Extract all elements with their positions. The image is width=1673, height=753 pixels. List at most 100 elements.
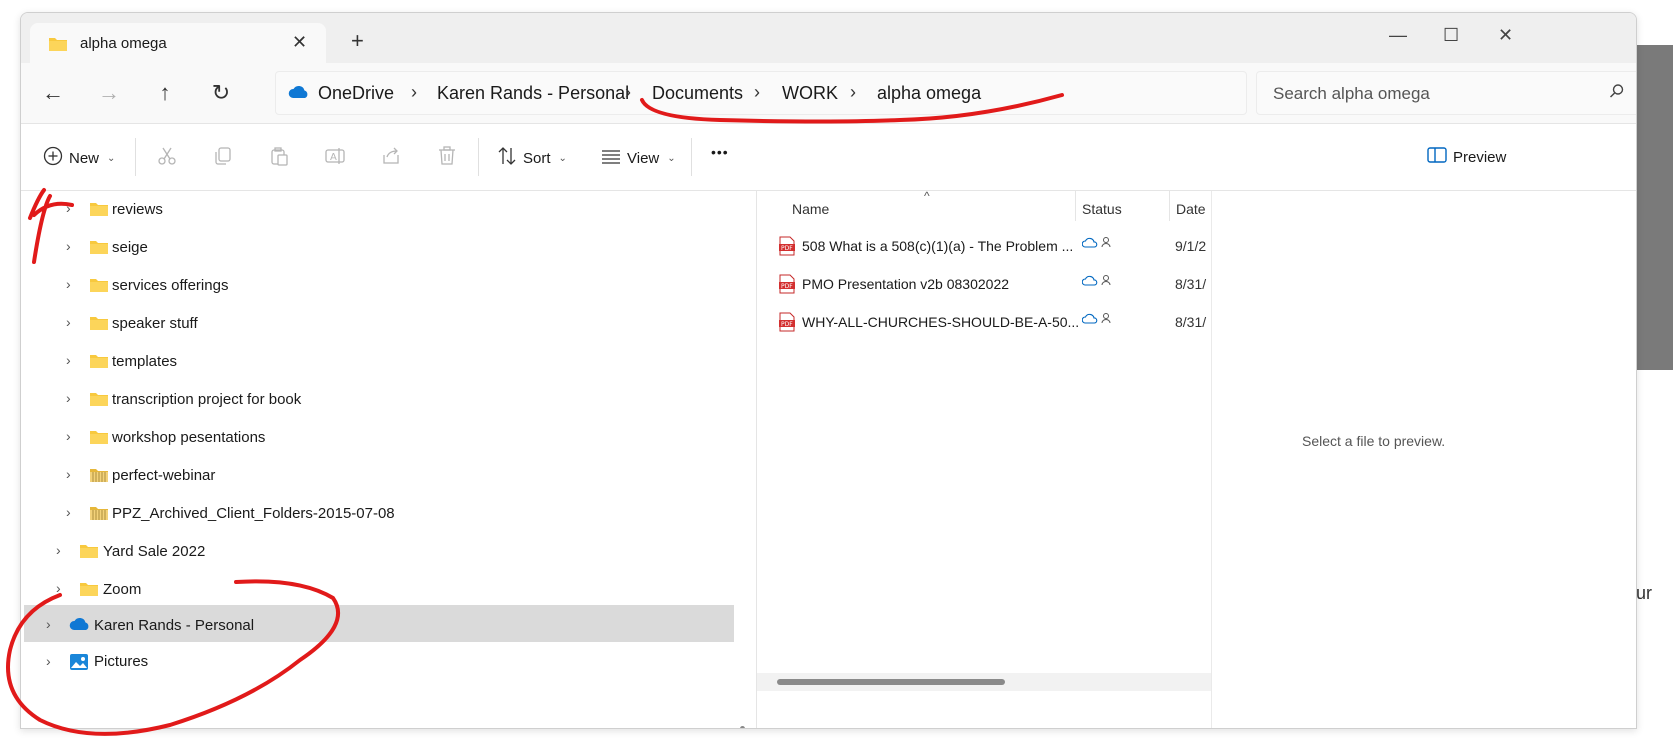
file-row[interactable]: PDF PMO Presentation v2b 08302022 8/31/: [757, 266, 1212, 304]
tree-item-perfect-webinar[interactable]: › perfect-webinar: [24, 457, 734, 494]
toolbar-divider: [691, 138, 692, 176]
close-window-button[interactable]: ✕: [1498, 25, 1513, 46]
breadcrumb-alpha-omega[interactable]: alpha omega: [877, 83, 981, 104]
new-button[interactable]: New ⌄: [43, 146, 115, 170]
breadcrumb-separator[interactable]: ›: [411, 82, 417, 103]
column-header-name[interactable]: Name: [792, 201, 829, 217]
chevron-right-icon[interactable]: ›: [46, 653, 51, 669]
chevron-right-icon[interactable]: ›: [66, 390, 71, 406]
share-icon[interactable]: [381, 146, 401, 171]
tree-item-ppz-archived[interactable]: › PPZ_Archived_Client_Folders-2015-07-08: [24, 495, 734, 532]
plus-circle-icon: [43, 146, 63, 170]
tree-item-services-offerings[interactable]: › services offerings: [24, 267, 734, 304]
up-button[interactable]: ↑: [150, 79, 180, 109]
tree-item-speaker-stuff[interactable]: › speaker stuff: [24, 305, 734, 342]
folder-icon: [89, 315, 109, 335]
forward-button[interactable]: →: [94, 79, 124, 109]
column-header-date[interactable]: Date: [1176, 201, 1206, 217]
address-bar[interactable]: OneDrive › Karen Rands - Personal › Docu…: [275, 71, 1247, 115]
folder-icon: [89, 201, 109, 221]
sort-ascending-indicator: ^: [924, 189, 930, 203]
horizontal-scrollbar-thumb[interactable]: [777, 679, 1005, 685]
column-header-status[interactable]: Status: [1082, 201, 1122, 217]
view-label: View: [627, 149, 660, 167]
tree-item-templates[interactable]: › templates: [24, 343, 734, 380]
chevron-down-icon: ⌄: [667, 152, 676, 164]
svg-text:PDF: PDF: [781, 321, 793, 328]
search-icon[interactable]: [1609, 83, 1625, 104]
column-divider[interactable]: [1075, 191, 1076, 221]
navigation-pane-scrollbar[interactable]: [740, 726, 745, 728]
breadcrumb-onedrive[interactable]: OneDrive: [318, 83, 394, 104]
tab-alpha-omega[interactable]: alpha omega ✕: [30, 23, 326, 63]
new-tab-button[interactable]: +: [351, 30, 364, 52]
chevron-down-icon: ⌄: [558, 152, 567, 164]
file-date: 9/1/2: [1175, 238, 1207, 254]
file-name: PMO Presentation v2b 08302022: [802, 276, 1010, 292]
breadcrumb-work[interactable]: WORK: [782, 83, 838, 104]
tree-item-yard-sale-2022[interactable]: › Yard Sale 2022: [24, 533, 734, 570]
column-divider[interactable]: [1169, 191, 1170, 221]
tree-item-label: templates: [112, 353, 178, 370]
file-row[interactable]: PDF 508 What is a 508(c)(1)(a) - The Pro…: [757, 228, 1212, 266]
chevron-right-icon[interactable]: ›: [66, 238, 71, 254]
chevron-right-icon[interactable]: ›: [66, 352, 71, 368]
cut-icon[interactable]: [157, 146, 177, 171]
chevron-right-icon[interactable]: ›: [66, 504, 71, 520]
pdf-icon: PDF: [779, 274, 795, 297]
breadcrumb-documents[interactable]: Documents: [652, 83, 743, 104]
chevron-right-icon[interactable]: ›: [66, 466, 71, 482]
breadcrumb-separator[interactable]: ›: [754, 82, 760, 103]
tree-item-label: PPZ_Archived_Client_Folders-2015-07-08: [112, 505, 395, 522]
file-row[interactable]: PDF WHY-ALL-CHURCHES-SHOULD-BE-A-50... 8…: [757, 304, 1212, 342]
cloud-status-icon: [1081, 236, 1116, 253]
close-tab-icon[interactable]: ✕: [292, 32, 307, 53]
breadcrumb-separator[interactable]: ›: [850, 82, 856, 103]
search-box[interactable]: Search alpha omega: [1256, 71, 1636, 115]
tree-item-workshop-pesentations[interactable]: › workshop pesentations: [24, 419, 734, 456]
sort-button[interactable]: Sort ⌄: [497, 146, 567, 170]
zip-folder-icon: [89, 505, 109, 525]
tree-item-label: transcription project for book: [112, 391, 302, 408]
rename-icon[interactable]: A: [325, 146, 345, 171]
folder-icon: [48, 36, 68, 57]
tree-item-label: services offerings: [112, 277, 229, 294]
refresh-button[interactable]: ↻: [206, 79, 236, 109]
tree-item-seige[interactable]: › seige: [24, 229, 734, 266]
toolbar-divider: [135, 138, 136, 176]
more-options-button[interactable]: •••: [711, 144, 729, 160]
sort-label: Sort: [523, 149, 551, 167]
back-button[interactable]: ←: [38, 79, 68, 109]
preview-pane-button[interactable]: Preview: [1427, 146, 1506, 168]
search-input[interactable]: Search alpha omega: [1273, 84, 1430, 104]
pdf-icon: PDF: [779, 236, 795, 259]
chevron-right-icon[interactable]: ›: [56, 580, 61, 596]
preview-pane-icon: [1427, 146, 1447, 168]
breadcrumb-karen-rands-personal[interactable]: Karen Rands - Personal: [437, 83, 629, 104]
maximize-button[interactable]: ☐: [1443, 25, 1459, 46]
paste-icon[interactable]: [269, 146, 289, 171]
background-window: [1635, 45, 1673, 370]
file-list: ^ Name Status Date PDF 508 What is a 508…: [756, 189, 1212, 728]
tree-item-karen-rands-personal[interactable]: › Karen Rands - Personal: [24, 605, 734, 642]
chevron-right-icon[interactable]: ›: [66, 276, 71, 292]
chevron-right-icon[interactable]: ›: [56, 542, 61, 558]
view-list-icon: [601, 146, 621, 170]
chevron-right-icon[interactable]: ›: [66, 314, 71, 330]
sort-icon: [497, 146, 517, 170]
delete-icon[interactable]: [437, 146, 457, 171]
tree-item-transcription-project[interactable]: › transcription project for book: [24, 381, 734, 418]
chevron-right-icon[interactable]: ›: [66, 200, 71, 216]
tree-item-reviews[interactable]: › reviews: [24, 191, 734, 228]
copy-icon[interactable]: [213, 146, 233, 171]
minimize-button[interactable]: —: [1389, 25, 1407, 46]
svg-text:PDF: PDF: [781, 245, 793, 252]
file-name: 508 What is a 508(c)(1)(a) - The Problem…: [802, 238, 1074, 254]
view-button[interactable]: View ⌄: [601, 146, 676, 170]
folder-icon: [89, 239, 109, 259]
chevron-right-icon[interactable]: ›: [66, 428, 71, 444]
tree-item-pictures[interactable]: › Pictures: [24, 643, 734, 680]
chevron-right-icon[interactable]: ›: [46, 616, 51, 632]
breadcrumb-separator[interactable]: ›: [625, 82, 631, 103]
tree-item-zoom[interactable]: › Zoom: [24, 571, 734, 608]
